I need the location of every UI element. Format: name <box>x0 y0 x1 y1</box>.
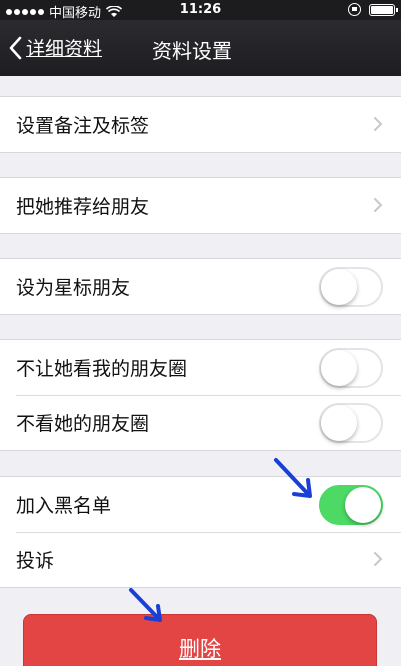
toggle-knob <box>321 350 357 386</box>
page-title: 资料设置 <box>152 39 232 63</box>
chevron-right-icon <box>374 117 383 131</box>
row-label: 不看她的朋友圈 <box>16 413 150 435</box>
toggle-knob <box>345 487 381 523</box>
toggle-knob <box>321 405 357 441</box>
annotation-arrow-icon <box>129 588 162 622</box>
hide-her-moments-row: 不看她的朋友圈 <box>0 395 401 450</box>
hide-my-moments-row: 不让她看我的朋友圈 <box>0 340 401 395</box>
row-label: 设为星标朋友 <box>16 277 131 299</box>
rotation-lock-icon <box>348 3 361 16</box>
status-time: 11:26 <box>179 2 222 17</box>
remark-tags-row[interactable]: 设置备注及标签 <box>0 97 401 152</box>
hide-her-moments-toggle[interactable] <box>319 403 383 443</box>
hide-my-moments-toggle[interactable] <box>319 348 383 388</box>
delete-label: 删除 <box>179 637 221 661</box>
star-friend-toggle[interactable] <box>319 267 383 307</box>
report-row[interactable]: 投诉 <box>0 532 401 587</box>
row-label: 投诉 <box>16 550 55 572</box>
back-button[interactable]: 详细资料 <box>8 34 102 61</box>
settings-group-star: 设为星标朋友 <box>0 258 401 315</box>
row-label: 设置备注及标签 <box>16 115 150 137</box>
toggle-knob <box>321 269 357 305</box>
annotation-arrow-icon <box>274 458 312 498</box>
settings-group-recommend: 把她推荐给朋友 <box>0 177 401 234</box>
chevron-right-icon <box>374 552 383 566</box>
chevron-left-icon <box>9 36 22 59</box>
blacklist-toggle[interactable] <box>319 485 383 525</box>
settings-group-block: 加入黑名单 投诉 <box>0 476 401 588</box>
back-label: 详细资料 <box>26 38 103 60</box>
star-friend-row: 设为星标朋友 <box>0 259 401 314</box>
chevron-right-icon <box>374 198 383 212</box>
settings-group-moments: 不让她看我的朋友圈 不看她的朋友圈 <box>0 339 401 451</box>
recommend-friend-row[interactable]: 把她推荐给朋友 <box>0 178 401 233</box>
row-label: 加入黑名单 <box>16 495 112 517</box>
delete-button[interactable]: 删除 <box>23 614 377 666</box>
blacklist-row: 加入黑名单 <box>0 477 401 532</box>
settings-group-remark: 设置备注及标签 <box>0 96 401 153</box>
status-right <box>348 3 398 16</box>
status-bar: 中国移动 11:26 <box>0 0 401 21</box>
row-label: 不让她看我的朋友圈 <box>16 358 188 380</box>
battery-icon <box>369 3 398 16</box>
navigation-bar: 详细资料 资料设置 <box>0 20 401 76</box>
row-label: 把她推荐给朋友 <box>16 196 150 218</box>
